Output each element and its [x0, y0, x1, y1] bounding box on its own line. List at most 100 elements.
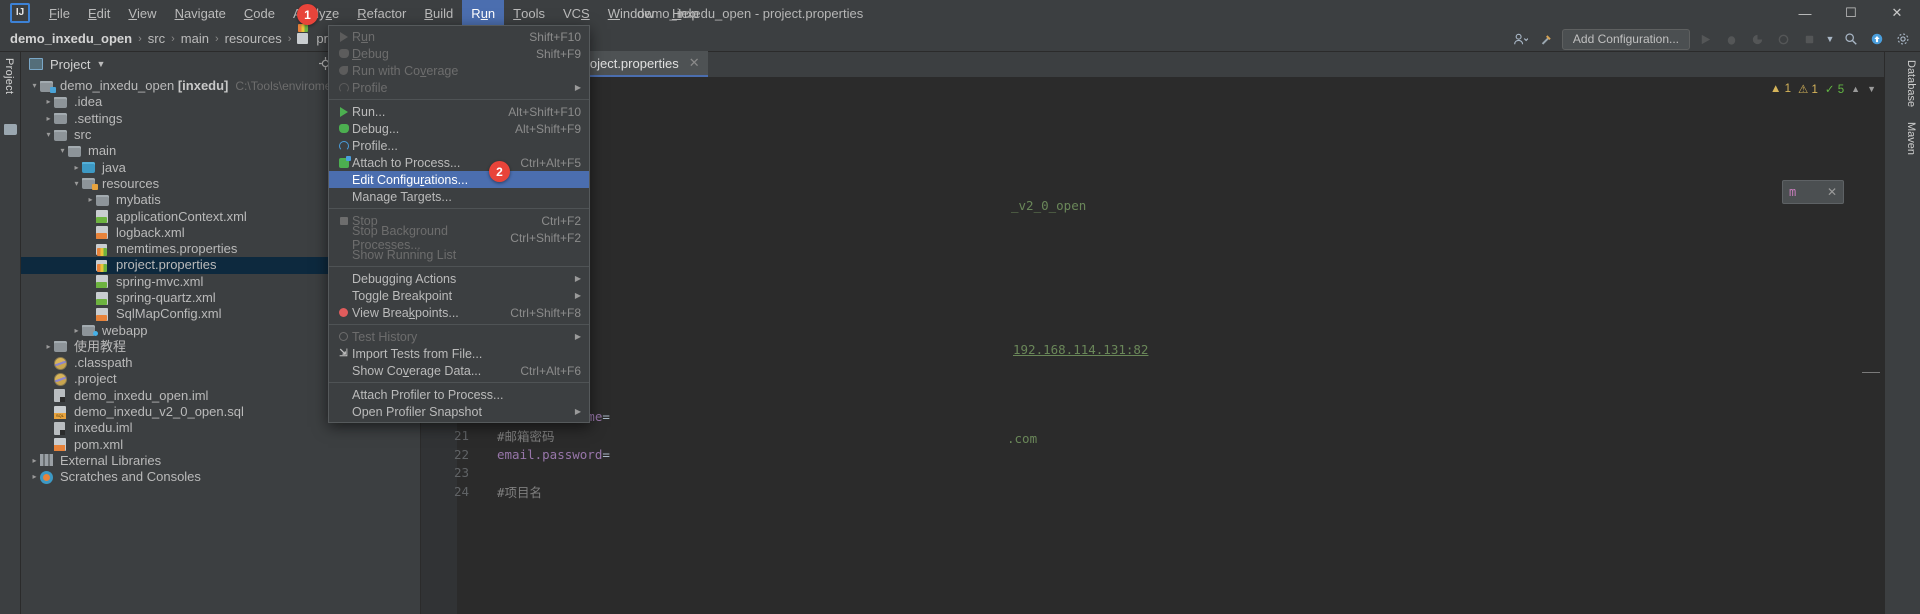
breadcrumb-item-0[interactable]: demo_inxedu_open [10, 31, 132, 46]
run-menu-item-attach-profiler-to-process[interactable]: Attach Profiler to Process... [329, 386, 589, 403]
tree-item-label: demo_inxedu_v2_0_open.sql [74, 404, 244, 420]
code-fragment-0: _v2_0_open [1011, 198, 1087, 213]
update-project-icon[interactable] [1866, 28, 1888, 50]
code-fragment-1: 192.168.114.131:82 [1013, 342, 1149, 357]
chevron-down-icon[interactable]: ▼ [96, 59, 105, 69]
menu-code[interactable]: Code [235, 0, 284, 26]
code-line-21: 21 #邮箱密码 [421, 426, 1884, 445]
menu-item-shortcut: Ctrl+Alt+F5 [520, 155, 581, 170]
add-configuration-button[interactable]: Add Configuration... [1561, 28, 1690, 50]
maximize-button[interactable]: ☐ [1828, 0, 1874, 26]
code-content[interactable]: 19#邮箱号20email.username=21 #邮箱密码 22 email.pa… [421, 78, 1884, 614]
profile-icon [335, 82, 352, 93]
menu-separator [329, 382, 589, 383]
run-menu-item-view-breakpoints[interactable]: View Breakpoints... Ctrl+Shift+F8 [329, 304, 589, 321]
run-menu-item-attach-to-process[interactable]: Attach to Process... Ctrl+Alt+F5 [329, 154, 589, 171]
maven-tool-label[interactable]: Maven [1905, 122, 1917, 155]
expand-arrow-icon[interactable]: ▾ [43, 127, 54, 143]
run-icon[interactable] [1694, 28, 1716, 50]
project-tool-label[interactable]: Project [3, 58, 15, 94]
minimize-button[interactable]: — [1782, 0, 1828, 26]
folder [54, 129, 69, 142]
window-controls: — ☐ ✕ [1782, 0, 1920, 26]
tree-item-label: Scratches and Consoles [60, 469, 201, 485]
menu-file[interactable]: File [40, 0, 79, 26]
expand-arrow-icon[interactable]: ▸ [71, 160, 82, 176]
expand-arrow-icon[interactable]: ▸ [71, 323, 82, 339]
tree-item-label: demo_inxedu_open.iml [74, 387, 209, 403]
expand-arrow-icon[interactable]: ▸ [43, 111, 54, 127]
run-menu-item-manage-targets[interactable]: Manage Targets... [329, 188, 589, 205]
menu-window[interactable]: Window [599, 0, 663, 26]
menu-separator [329, 99, 589, 100]
tree-item-label: applicationContext.xml [116, 208, 247, 224]
menu-refactor[interactable]: Refactor [348, 0, 415, 26]
run-menu-item-show-coverage-data[interactable]: Show Coverage Data... Ctrl+Alt+F6 [329, 362, 589, 379]
chevron-down-icon[interactable]: ▼ [1824, 28, 1836, 50]
tree-item-external-libraries[interactable]: ▸ External Libraries [21, 453, 420, 469]
profile-icon[interactable] [1772, 28, 1794, 50]
menu-item-label: Show Running List [352, 247, 457, 262]
menu-edit[interactable]: Edit [79, 0, 119, 26]
search-icon[interactable] [1840, 28, 1862, 50]
tree-item-label: main [88, 143, 117, 159]
menu-run[interactable]: Run [462, 0, 505, 26]
menu-separator [329, 266, 589, 267]
code-comment: #项目名 [497, 484, 543, 500]
run-menu-item-import-tests-from-file[interactable]: ⇲ Import Tests from File... [329, 345, 589, 362]
debug-icon[interactable] [1720, 28, 1742, 50]
file-spring-xml [96, 275, 111, 289]
coverage-icon [335, 66, 352, 75]
run-menu-item-edit-configurations[interactable]: Edit Configurations... [329, 171, 589, 188]
structure-icon[interactable] [4, 124, 17, 135]
menu-help[interactable]: Help [663, 0, 708, 26]
close-button[interactable]: ✕ [1874, 0, 1920, 26]
breadcrumb-item-2[interactable]: main [181, 31, 209, 46]
expand-arrow-icon[interactable]: ▸ [29, 453, 40, 469]
expand-arrow-icon[interactable]: ▾ [29, 78, 40, 94]
menu-view[interactable]: View [119, 0, 165, 26]
tree-item-label: spring-quartz.xml [116, 290, 216, 305]
menu-item-label: Run [352, 29, 375, 44]
menu-navigate[interactable]: Navigate [166, 0, 235, 26]
expand-arrow-icon[interactable]: ▾ [57, 143, 68, 159]
tree-item-label: .settings [74, 110, 123, 126]
run-menu-item-run[interactable]: Run... Alt+Shift+F10 [329, 103, 589, 120]
folder-web [82, 324, 97, 337]
run-menu-item-debug[interactable]: Debug... Alt+Shift+F9 [329, 120, 589, 137]
tree-item-label: .project [74, 371, 117, 387]
run-menu-item-open-profiler-snapshot[interactable]: Open Profiler Snapshot ▶ [329, 403, 589, 420]
menu-tools[interactable]: Tools [504, 0, 554, 26]
file-iml [54, 389, 69, 403]
database-tool-label[interactable]: Database [1905, 60, 1917, 107]
user-icon[interactable] [1510, 28, 1532, 50]
tree-item-scratches-and-consoles[interactable]: ▸ Scratches and Consoles [21, 469, 420, 485]
menu-item-label: Debug [352, 46, 389, 61]
stop-icon[interactable] [1798, 28, 1820, 50]
tab-label: project.properties [578, 55, 679, 71]
run-menu-item-debugging-actions[interactable]: Debugging Actions ▶ [329, 270, 589, 287]
menu-vcs[interactable]: VC S [554, 0, 599, 26]
expand-arrow-icon[interactable]: ▸ [43, 339, 54, 355]
breadcrumb-item-3[interactable]: resources [225, 31, 282, 46]
menu-item-shortcut: Ctrl+Alt+F6 [520, 363, 581, 378]
debug-icon-green [335, 124, 352, 133]
expand-arrow-icon[interactable]: ▸ [43, 94, 54, 110]
menu-item-label: Profile [352, 80, 388, 95]
editor-tabs: nes.properties✕project.properties✕ [421, 51, 1884, 78]
run-menu-item-profile[interactable]: Profile... [329, 137, 589, 154]
run-menu-item-toggle-breakpoint[interactable]: Toggle Breakpoint ▶ [329, 287, 589, 304]
expand-arrow-icon[interactable]: ▾ [71, 176, 82, 192]
file-properties [96, 243, 111, 256]
tree-item-pom-xml[interactable]: pom.xml [21, 437, 420, 453]
close-icon[interactable]: ✕ [689, 55, 700, 71]
settings-icon[interactable] [1892, 28, 1914, 50]
file-spring-xml [96, 291, 111, 305]
expand-arrow-icon[interactable]: ▸ [29, 469, 40, 485]
menu-build[interactable]: Build [415, 0, 462, 26]
expand-arrow-icon[interactable]: ▸ [85, 192, 96, 208]
coverage-icon[interactable] [1746, 28, 1768, 50]
breadcrumb-item-1[interactable]: src [148, 31, 165, 46]
hammer-icon[interactable] [1536, 28, 1558, 50]
menu-item-shortcut: Ctrl+Shift+F2 [510, 230, 581, 245]
